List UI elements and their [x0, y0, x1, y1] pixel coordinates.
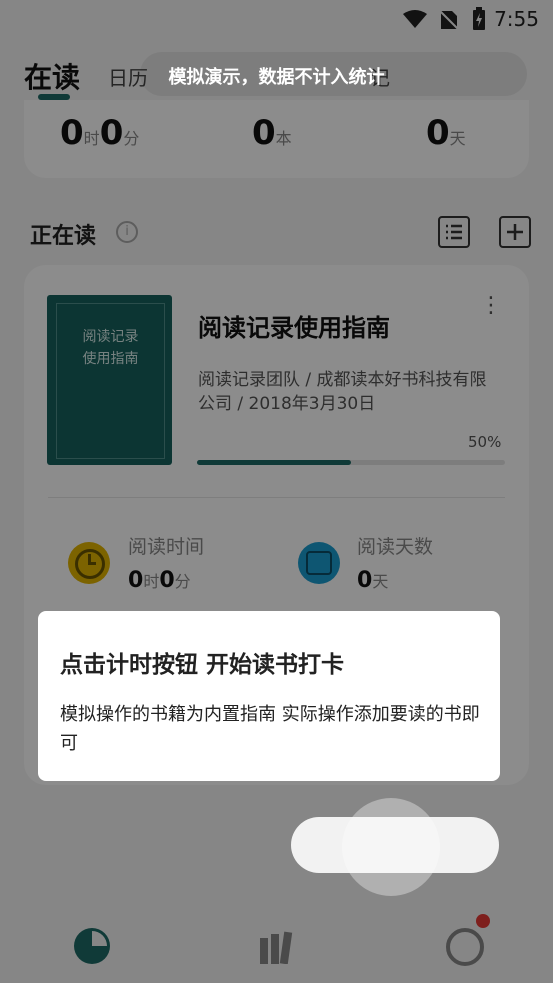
- timer-touch-indicator[interactable]: [366, 822, 416, 872]
- demo-banner: 模拟演示，数据不计入统计: [168, 67, 385, 88]
- tip-body: 模拟操作的书籍为内置指南 实际操作添加要读的书即可: [60, 704, 480, 754]
- tip-title: 点击计时按钮 开始读书打卡: [60, 652, 345, 678]
